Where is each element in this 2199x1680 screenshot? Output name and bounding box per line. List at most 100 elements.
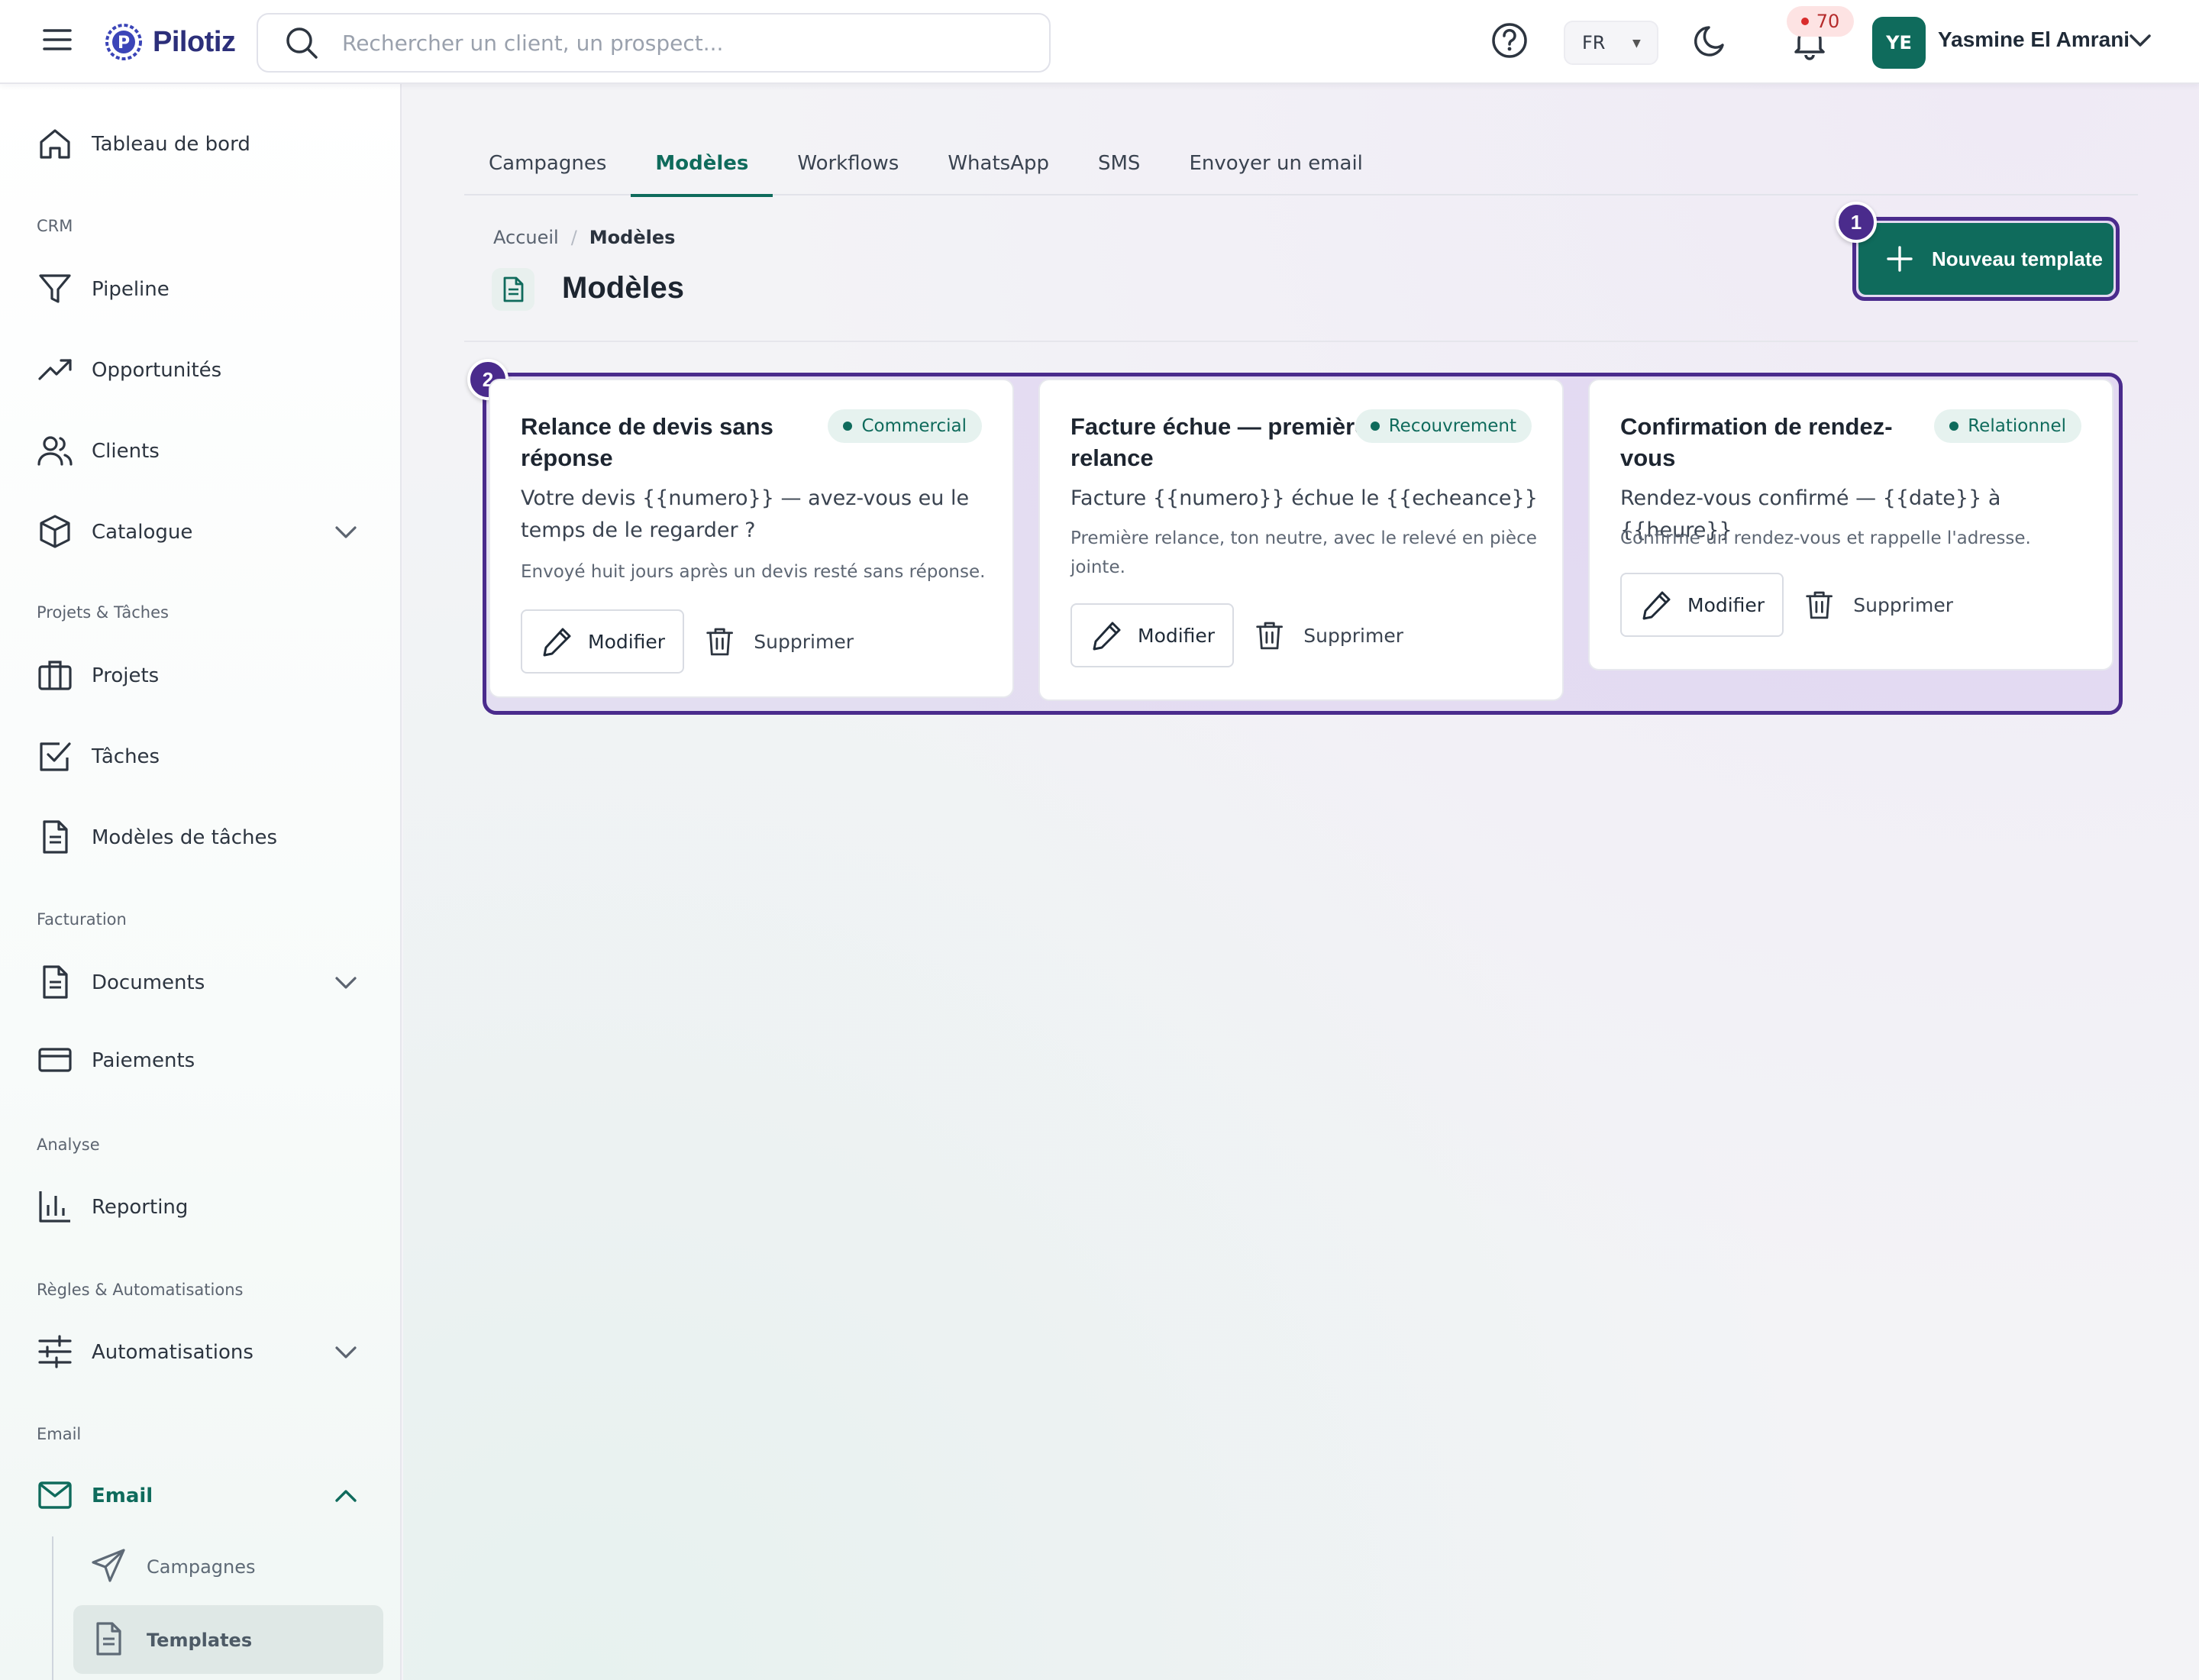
sidebar-item-task-templates[interactable]: Modèles de tâches bbox=[0, 811, 402, 864]
sidebar-item-payments[interactable]: Paiements bbox=[0, 1034, 402, 1087]
section-label-email: Email bbox=[37, 1425, 82, 1443]
sidebar-item-label: Modèles de tâches bbox=[92, 826, 278, 849]
template-title: Facture échue — première relance bbox=[1070, 413, 1368, 471]
delete-template-button[interactable]: Supprimer bbox=[1235, 603, 1403, 667]
notification-badge: 70 bbox=[1787, 6, 1854, 37]
chevron-down-icon[interactable] bbox=[333, 971, 359, 994]
sidebar-item-projects[interactable]: Projets bbox=[0, 649, 402, 703]
template-title: Confirmation de rendez-vous bbox=[1620, 413, 1893, 471]
caret-down-icon: ▼ bbox=[1632, 37, 1641, 50]
sidebar-subitem-campaigns[interactable]: Campagnes bbox=[73, 1532, 383, 1601]
tab-whatsapp[interactable]: WhatsApp bbox=[923, 131, 1074, 195]
sidebar-item-dashboard[interactable]: Tableau de bord bbox=[0, 118, 402, 171]
template-description: Première relance, ton neutre, avec le re… bbox=[1070, 528, 1537, 577]
svg-text:P: P bbox=[118, 34, 130, 53]
delete-label: Supprimer bbox=[1303, 624, 1403, 647]
main-content: Campagnes Modèles Workflows WhatsApp SMS… bbox=[403, 84, 2199, 1680]
sidebar-item-documents[interactable]: Documents bbox=[0, 956, 402, 1010]
home-icon bbox=[37, 125, 73, 162]
template-category: Recouvrement bbox=[1388, 416, 1516, 436]
trash-icon bbox=[1806, 591, 1833, 619]
sidebar-item-automations[interactable]: Automatisations bbox=[0, 1326, 402, 1379]
template-category-badge: Recouvrement bbox=[1355, 409, 1532, 443]
tab-send-email[interactable]: Envoyer un email bbox=[1164, 131, 1387, 195]
tab-bar: Campagnes Modèles Workflows WhatsApp SMS… bbox=[464, 131, 2138, 197]
sidebar-item-catalogue[interactable]: Catalogue bbox=[0, 506, 402, 559]
sidebar-item-label: Tâches bbox=[92, 745, 160, 768]
plus-icon bbox=[1886, 245, 1913, 273]
sidebar-subitem-label: Campagnes bbox=[147, 1556, 256, 1578]
template-title: Relance de devis sans réponse bbox=[521, 413, 773, 471]
sidebar-item-label: Documents bbox=[92, 971, 205, 994]
section-label-crm: CRM bbox=[37, 217, 73, 235]
help-icon[interactable] bbox=[1490, 21, 1529, 60]
sidebar-item-label: Email bbox=[92, 1485, 153, 1507]
user-name[interactable]: Yasmine El Amrani bbox=[1938, 27, 2130, 52]
edit-template-button[interactable]: Modifier bbox=[1620, 573, 1784, 637]
notification-count: 70 bbox=[1816, 11, 1840, 32]
breadcrumb: Accueil / Modèles bbox=[493, 227, 675, 248]
tab-workflows[interactable]: Workflows bbox=[773, 131, 923, 195]
section-label-analysis: Analyse bbox=[37, 1136, 100, 1154]
sidebar-subitem-label: Templates bbox=[147, 1630, 253, 1651]
breadcrumb-home[interactable]: Accueil bbox=[493, 227, 559, 248]
pencil-icon bbox=[1642, 591, 1671, 620]
new-template-button[interactable]: Nouveau template bbox=[1858, 223, 2113, 295]
template-category: Relationnel bbox=[1968, 416, 2066, 436]
delete-template-button[interactable]: Supprimer bbox=[686, 609, 854, 674]
sidebar-item-email[interactable]: Email bbox=[0, 1469, 402, 1523]
sidebar-subitem-templates[interactable]: Templates bbox=[73, 1605, 383, 1674]
search-input[interactable] bbox=[342, 30, 1029, 56]
credit-card-icon bbox=[37, 1042, 73, 1078]
tab-sms[interactable]: SMS bbox=[1074, 131, 1164, 195]
avatar[interactable]: YE bbox=[1872, 17, 1926, 69]
chevron-down-icon[interactable] bbox=[333, 521, 359, 544]
sidebar-item-reporting[interactable]: Reporting bbox=[0, 1181, 402, 1234]
sidebar-item-opportunities[interactable]: Opportunités bbox=[0, 344, 402, 397]
pencil-icon bbox=[543, 628, 571, 657]
sidebar-item-clients[interactable]: Clients bbox=[0, 425, 402, 478]
delete-label: Supprimer bbox=[754, 630, 854, 653]
bar-chart-icon bbox=[37, 1188, 73, 1225]
chevron-up-icon[interactable] bbox=[333, 1485, 359, 1507]
step-badge-1: 1 bbox=[1836, 202, 1877, 243]
tab-templates[interactable]: Modèles bbox=[631, 131, 773, 197]
sidebar-item-label: Paiements bbox=[92, 1049, 195, 1072]
sidebar-item-pipeline[interactable]: Pipeline bbox=[0, 263, 402, 316]
new-template-label: Nouveau template bbox=[1932, 247, 2103, 270]
breadcrumb-separator: / bbox=[570, 227, 577, 248]
sidebar-item-label: Reporting bbox=[92, 1196, 189, 1219]
filter-icon bbox=[37, 270, 73, 307]
section-label-billing: Facturation bbox=[37, 910, 127, 929]
status-dot bbox=[1949, 422, 1959, 431]
chevron-down-icon[interactable] bbox=[333, 1341, 359, 1364]
page-title: Modèles bbox=[562, 271, 685, 305]
menu-icon[interactable] bbox=[41, 24, 73, 56]
tab-campaigns[interactable]: Campagnes bbox=[464, 131, 631, 195]
moon-icon[interactable] bbox=[1692, 21, 1730, 60]
language-value: FR bbox=[1582, 32, 1606, 53]
section-label-rules: Règles & Automatisations bbox=[37, 1281, 244, 1299]
sidebar-item-label: Opportunités bbox=[92, 359, 222, 382]
sidebar-item-label: Projets bbox=[92, 664, 160, 687]
delete-template-button[interactable]: Supprimer bbox=[1785, 573, 1953, 637]
sidebar-item-label: Catalogue bbox=[92, 521, 193, 544]
language-select[interactable]: FR ▼ bbox=[1564, 21, 1658, 65]
template-category-badge: Relationnel bbox=[1934, 409, 2081, 443]
brand-logo[interactable]: P Pilotiz bbox=[101, 19, 236, 65]
top-bar: P Pilotiz FR ▼ 70 YE Yasmine El Amrani bbox=[0, 0, 2199, 84]
brand-name: Pilotiz bbox=[153, 25, 236, 58]
edit-template-button[interactable]: Modifier bbox=[1070, 603, 1234, 667]
document-icon bbox=[37, 964, 73, 1000]
sidebar-item-label: Clients bbox=[92, 440, 160, 463]
template-description: Envoyé huit jours après un devis resté s… bbox=[521, 562, 986, 582]
edit-template-button[interactable]: Modifier bbox=[521, 609, 684, 674]
sidebar-item-tasks[interactable]: Tâches bbox=[0, 730, 402, 783]
status-dot bbox=[843, 422, 853, 431]
document-icon bbox=[499, 276, 527, 303]
send-icon bbox=[90, 1547, 127, 1584]
chevron-down-icon[interactable] bbox=[2127, 29, 2153, 52]
template-subject: Votre devis {{numero}} — avez-vous eu le… bbox=[521, 486, 970, 542]
search-bar[interactable] bbox=[257, 13, 1051, 73]
sidebar-item-label: Tableau de bord bbox=[92, 133, 250, 156]
